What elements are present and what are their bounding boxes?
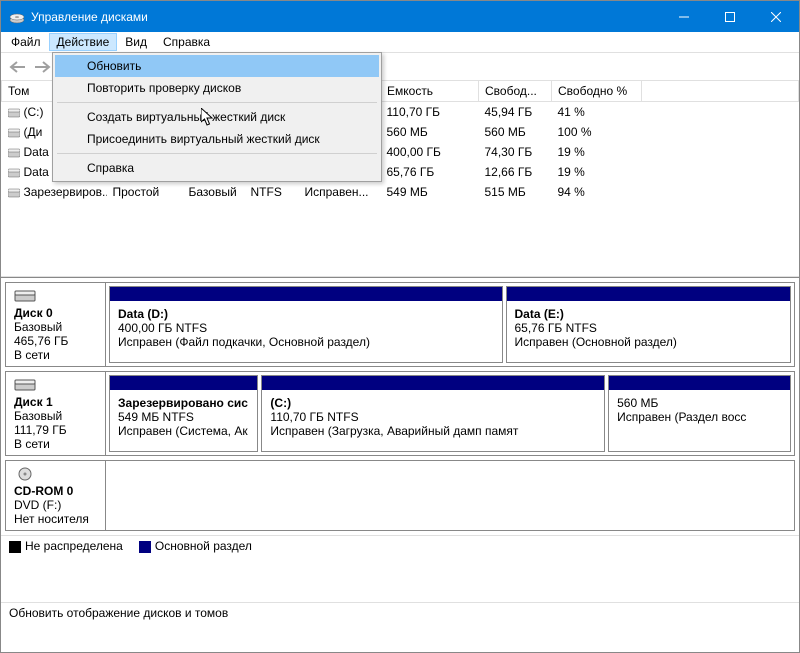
dropdown-separator [57, 102, 377, 103]
partition[interactable]: Data (E:)65,76 ГБ NTFSИсправен (Основной… [506, 286, 792, 363]
partition-header [262, 376, 604, 390]
disk-status: В сети [14, 437, 101, 451]
partition-status: Исправен (Основной раздел) [515, 335, 783, 349]
menu-action[interactable]: Действие [49, 33, 118, 51]
partition-status: Исправен (Файл подкачки, Основной раздел… [118, 335, 494, 349]
partition-size: 560 МБ [617, 396, 782, 410]
disk-size: 465,76 ГБ [14, 334, 101, 348]
volume-name: (C:) [24, 105, 44, 119]
statusbar: Обновить отображение дисков и томов [1, 602, 799, 623]
legend: Не распределена Основной раздел [1, 535, 799, 556]
disk-name: Диск 0 [14, 306, 101, 320]
disk-info: Диск 0Базовый465,76 ГБВ сети [6, 283, 106, 366]
disk-icon [14, 289, 101, 306]
disk-info: Диск 1Базовый111,79 ГБВ сети [6, 372, 106, 455]
partition[interactable]: Зарезервировано сис549 МБ NTFSИсправен (… [109, 375, 258, 452]
disk-status: Нет носителя [14, 512, 101, 526]
partitions: Зарезервировано сис549 МБ NTFSИсправен (… [106, 372, 794, 455]
legend-primary-swatch [139, 541, 151, 553]
dropdown-attach-vhd[interactable]: Присоединить виртуальный жесткий диск [55, 128, 379, 150]
partition-status: Исправен (Раздел восс [617, 410, 782, 424]
partition-title: (C:) [270, 396, 596, 410]
disk-status: В сети [14, 348, 101, 362]
partition-status: Исправен (Система, Ак [118, 424, 249, 438]
volume-name: Зарезервиров... [24, 185, 107, 199]
disk-name: CD-ROM 0 [14, 484, 101, 498]
disk-name: Диск 1 [14, 395, 101, 409]
partitions: Data (D:)400,00 ГБ NTFSИсправен (Файл по… [106, 283, 794, 366]
dropdown-refresh[interactable]: Обновить [55, 55, 379, 77]
disk-row[interactable]: Диск 1Базовый111,79 ГБВ сетиЗарезервиров… [5, 371, 795, 456]
menu-file[interactable]: Файл [3, 33, 49, 51]
legend-primary-label: Основной раздел [155, 539, 252, 553]
disk-icon [14, 378, 101, 395]
partition-title: Зарезервировано сис [118, 396, 249, 410]
partition-header [110, 287, 502, 301]
col-capacity[interactable]: Емкость [381, 81, 479, 102]
partition[interactable]: Data (D:)400,00 ГБ NTFSИсправен (Файл по… [109, 286, 503, 363]
dropdown-help[interactable]: Справка [55, 157, 379, 179]
disk-type: DVD (F:) [14, 498, 101, 512]
back-button[interactable] [7, 56, 29, 78]
partitions [106, 461, 794, 530]
col-free-pct[interactable]: Свободно % [552, 81, 642, 102]
disk-info: CD-ROM 0DVD (F:)Нет носителя [6, 461, 106, 530]
volume-name: Data [24, 165, 49, 179]
legend-unallocated-label: Не распределена [25, 539, 123, 553]
partition-size: 65,76 ГБ NTFS [515, 321, 783, 335]
titlebar: Управление дисками [1, 1, 799, 32]
close-button[interactable] [753, 1, 799, 32]
dropdown-rescan[interactable]: Повторить проверку дисков [55, 77, 379, 99]
action-dropdown: Обновить Повторить проверку дисков Созда… [52, 52, 382, 182]
volume-name: (Ди [24, 125, 43, 139]
volume-name: Data [24, 145, 49, 159]
table-row[interactable]: Зарезервиров...ПростойБазовыйNTFSИсправе… [2, 182, 799, 202]
partition-title: Data (D:) [118, 307, 494, 321]
partition[interactable]: 560 МБИсправен (Раздел восс [608, 375, 791, 452]
dropdown-separator [57, 153, 377, 154]
maximize-button[interactable] [707, 1, 753, 32]
partition[interactable]: (C:)110,70 ГБ NTFSИсправен (Загрузка, Ав… [261, 375, 605, 452]
partition-status: Исправен (Загрузка, Аварийный дамп памят [270, 424, 596, 438]
col-free[interactable]: Свобод... [479, 81, 552, 102]
disk-type: Базовый [14, 320, 101, 334]
partition-header [507, 287, 791, 301]
partition-header [110, 376, 257, 390]
partition-title: Data (E:) [515, 307, 783, 321]
disk-icon [14, 467, 101, 484]
menu-view[interactable]: Вид [117, 33, 155, 51]
partition-size: 400,00 ГБ NTFS [118, 321, 494, 335]
window-title: Управление дисками [31, 10, 661, 24]
menubar: Файл Действие Вид Справка Обновить Повто… [1, 32, 799, 53]
partition-size: 110,70 ГБ NTFS [270, 410, 596, 424]
forward-button[interactable] [31, 56, 53, 78]
menu-help[interactable]: Справка [155, 33, 218, 51]
minimize-button[interactable] [661, 1, 707, 32]
legend-unallocated-swatch [9, 541, 21, 553]
disk-size: 111,79 ГБ [14, 423, 101, 437]
dropdown-create-vhd[interactable]: Создать виртуальный жесткий диск [55, 106, 379, 128]
disk-type: Базовый [14, 409, 101, 423]
disk-map-pane[interactable]: Диск 0Базовый465,76 ГБВ сетиData (D:)400… [1, 277, 799, 602]
app-icon [9, 9, 25, 25]
disk-row[interactable]: CD-ROM 0DVD (F:)Нет носителя [5, 460, 795, 531]
disk-row[interactable]: Диск 0Базовый465,76 ГБВ сетиData (D:)400… [5, 282, 795, 367]
partition-header [609, 376, 790, 390]
partition-size: 549 МБ NTFS [118, 410, 249, 424]
